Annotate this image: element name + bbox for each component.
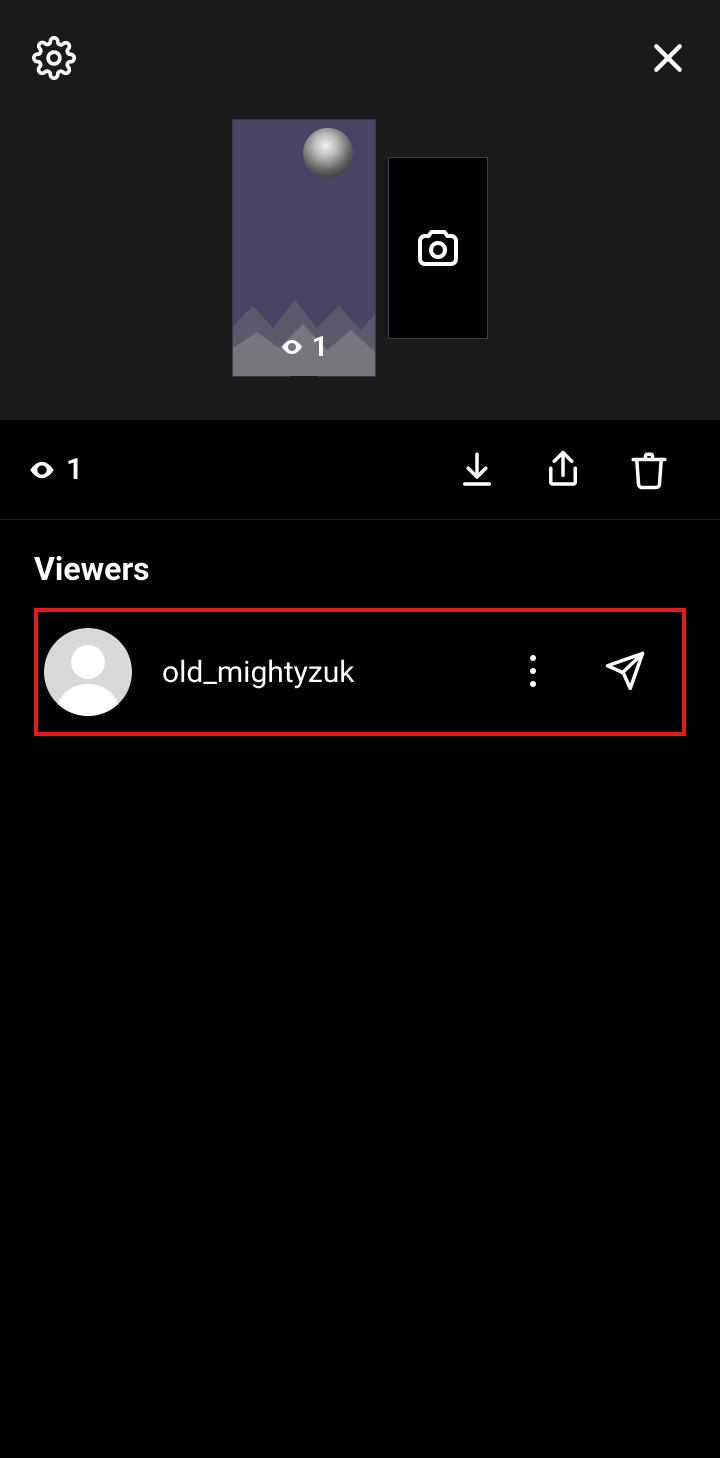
story-insights-screen: 1 1 [0, 0, 720, 1458]
viewer-username: old_mightyzuk [162, 655, 480, 690]
eye-icon [280, 335, 304, 359]
story-art-moon [303, 128, 353, 178]
viewer-more-button[interactable] [510, 644, 556, 701]
viewer-send-button[interactable] [586, 640, 664, 705]
download-button[interactable] [434, 443, 520, 497]
viewers-section: Viewers old_mightyzuk [0, 520, 720, 736]
settings-button[interactable] [22, 26, 86, 90]
selected-story-indicator [290, 376, 318, 390]
more-vertical-icon [528, 654, 538, 688]
view-count[interactable]: 1 [28, 452, 83, 487]
story-thumb-views: 1 [232, 330, 376, 363]
camera-icon [414, 224, 462, 272]
avatar [44, 628, 132, 716]
story-preview-panel: 1 [0, 0, 720, 420]
close-button[interactable] [638, 28, 698, 88]
view-count-number: 1 [66, 452, 83, 487]
delete-button[interactable] [606, 443, 692, 497]
top-bar [0, 0, 720, 115]
story-thumbnail[interactable]: 1 [232, 119, 376, 377]
action-bar: 1 [0, 420, 720, 520]
add-story-button[interactable] [388, 157, 488, 339]
story-thumbnails-row: 1 [0, 118, 720, 378]
send-icon [604, 650, 646, 692]
viewer-list-item[interactable]: old_mightyzuk [34, 608, 686, 736]
download-icon [456, 449, 498, 491]
person-icon [44, 628, 132, 716]
gear-icon [32, 36, 76, 80]
viewers-title: Viewers [34, 550, 686, 588]
share-icon [542, 449, 584, 491]
eye-icon [28, 456, 56, 484]
trash-icon [628, 449, 670, 491]
share-button[interactable] [520, 443, 606, 497]
close-icon [648, 38, 688, 78]
story-thumb-views-count: 1 [312, 330, 328, 363]
